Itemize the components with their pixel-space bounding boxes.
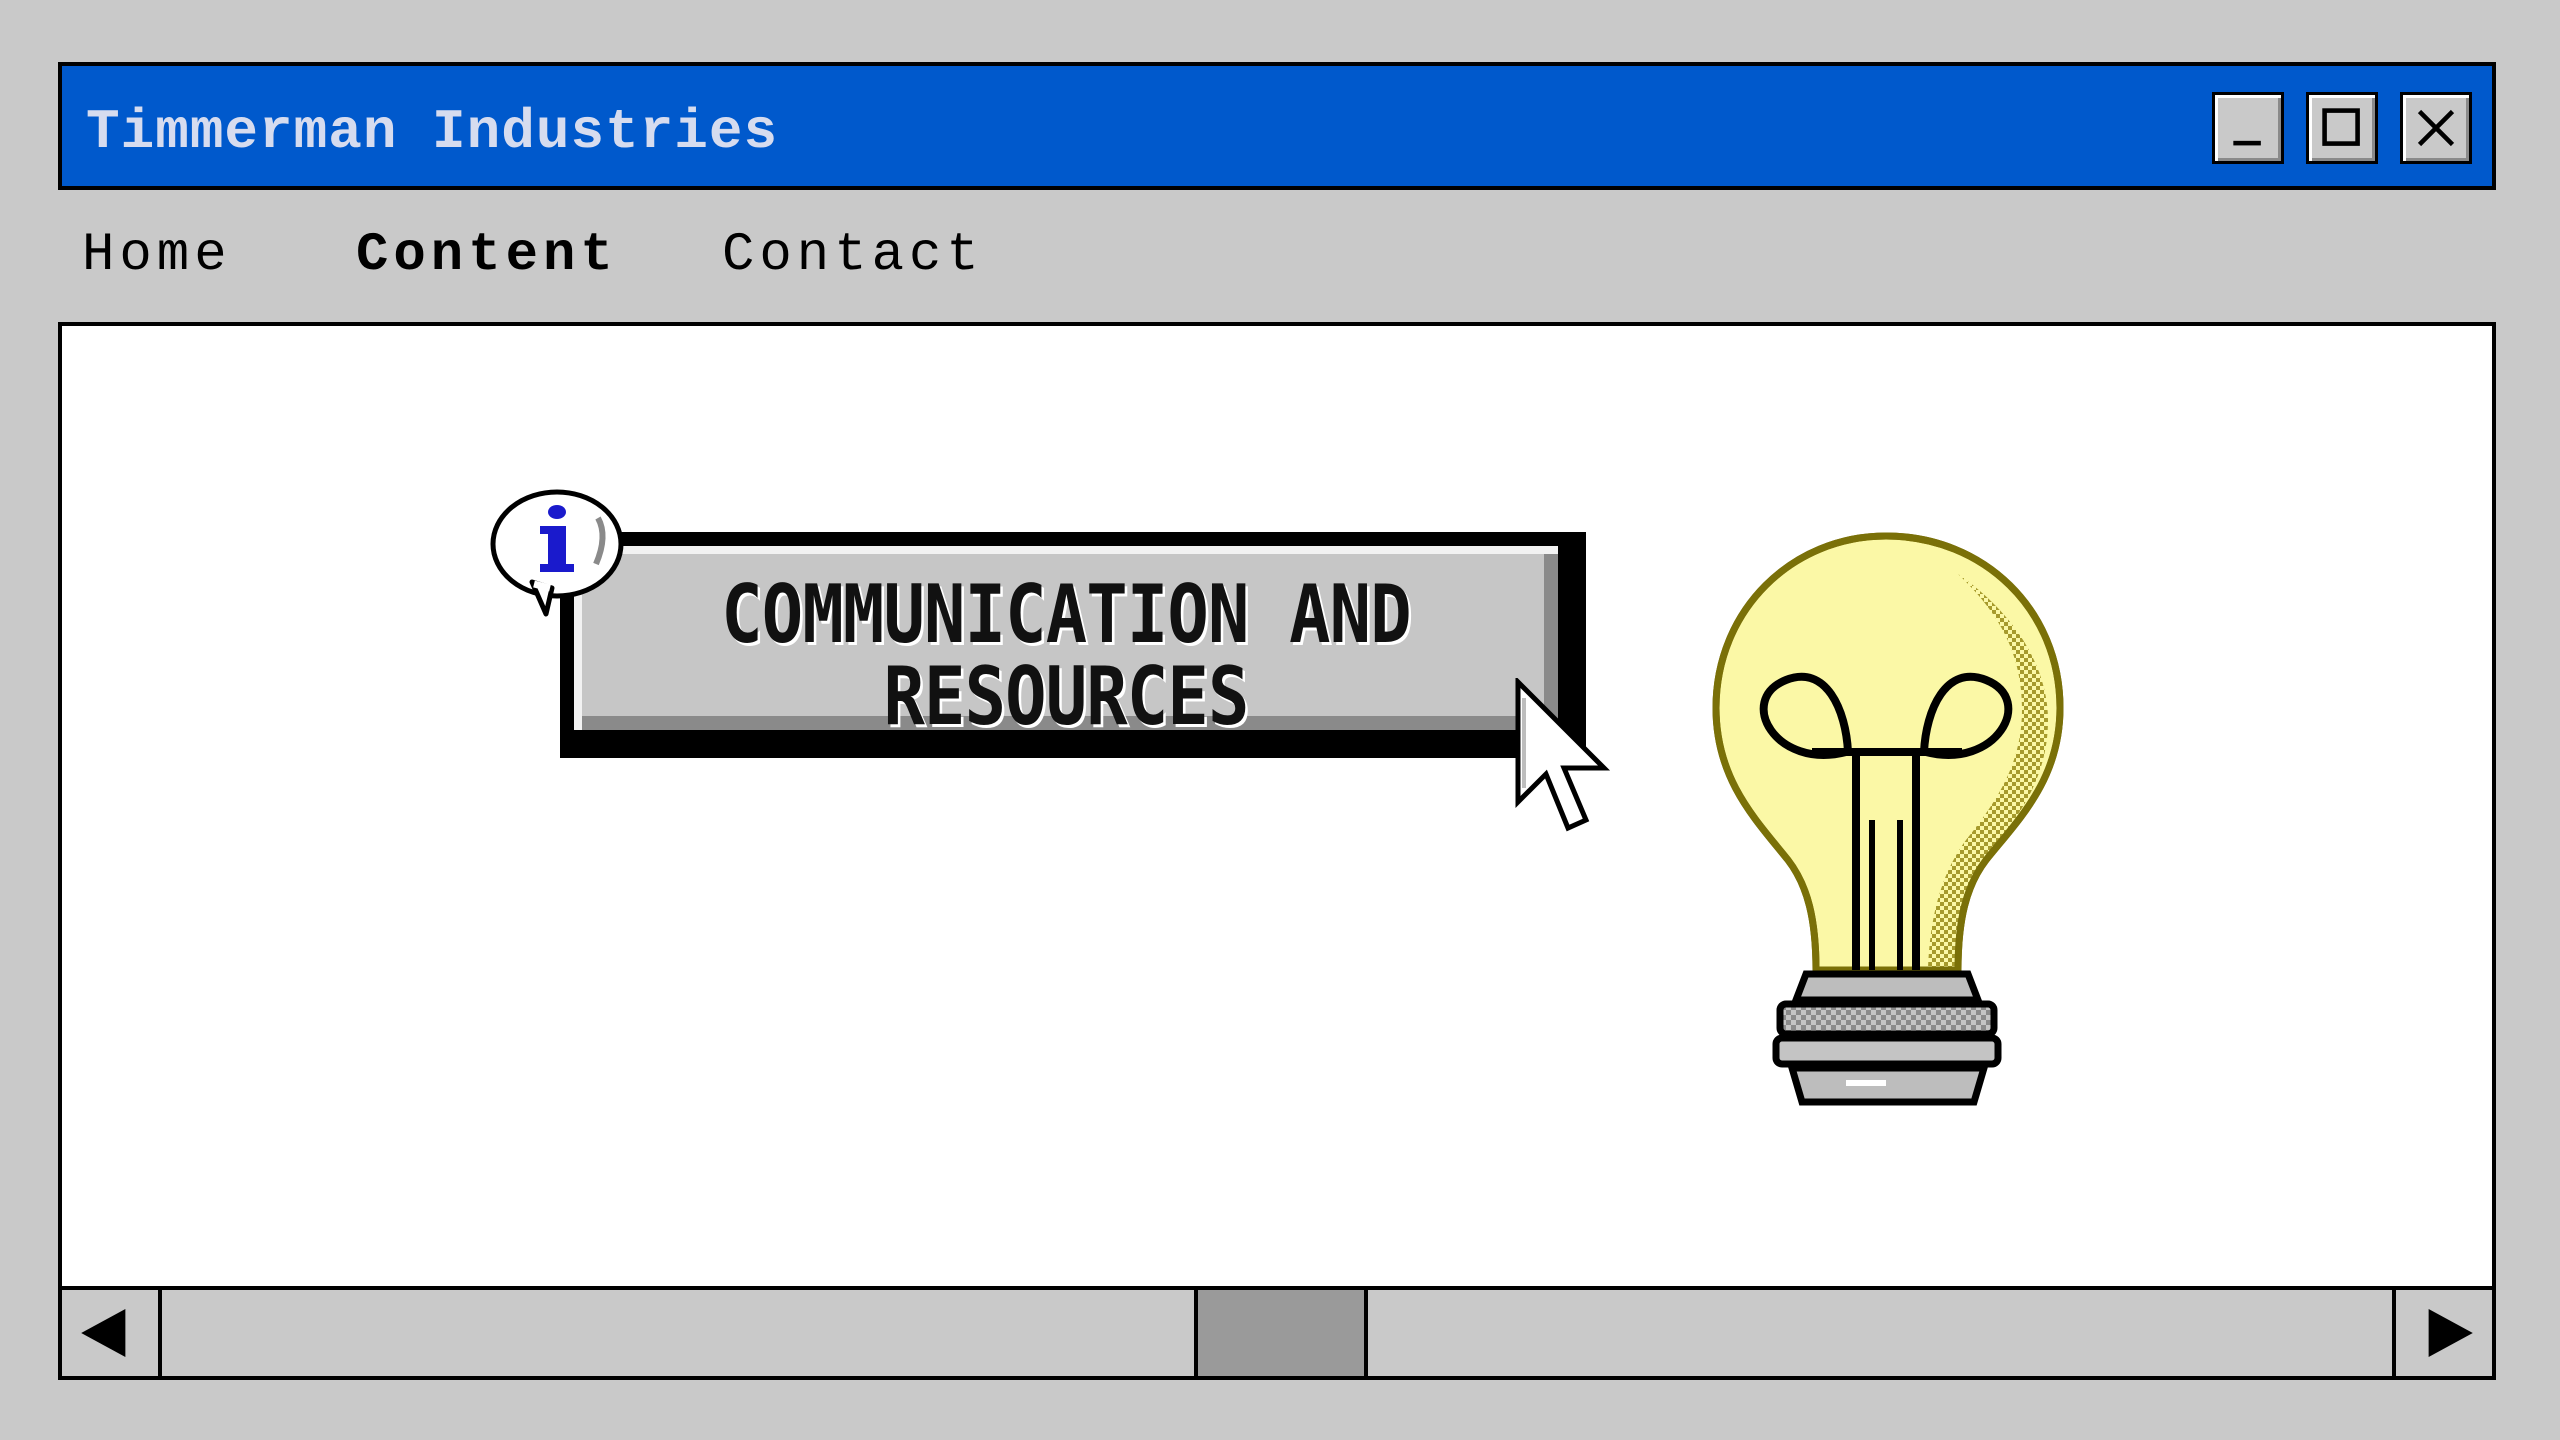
menu-item-contact[interactable]: Contact [722, 225, 984, 286]
menu-item-content[interactable]: Content [356, 225, 618, 286]
scroll-right-button[interactable] [2392, 1290, 2492, 1376]
arrow-cursor-icon [1515, 678, 1611, 832]
info-icon [490, 489, 624, 617]
close-button[interactable] [2400, 92, 2472, 164]
content-area [58, 322, 2496, 1290]
scroll-left-button[interactable] [62, 1290, 162, 1376]
title-bar[interactable]: Timmerman Industries [58, 62, 2496, 190]
light-bulb-icon [1712, 532, 2064, 1106]
minimize-button[interactable] [2212, 92, 2284, 164]
right-arrow-icon [2428, 1309, 2473, 1357]
window-title: Timmerman Industries [86, 100, 779, 164]
scroll-thumb[interactable] [1194, 1290, 1368, 1376]
button-label-line-1: COMMUNICATION AND [721, 568, 1411, 661]
close-icon [2417, 109, 2455, 147]
horizontal-scrollbar[interactable] [58, 1286, 2496, 1380]
button-label: COMMUNICATION AND RESOURCES [643, 574, 1489, 738]
left-arrow-icon [81, 1309, 126, 1357]
maximize-icon [2322, 108, 2360, 146]
menu-item-home[interactable]: Home [82, 225, 232, 286]
maximize-button[interactable] [2306, 92, 2378, 164]
button-face: COMMUNICATION AND RESOURCES [574, 546, 1558, 738]
minimize-icon [2233, 140, 2261, 146]
button-label-line-2: RESOURCES [883, 650, 1249, 743]
communication-resources-button[interactable]: COMMUNICATION AND RESOURCES [560, 532, 1586, 758]
